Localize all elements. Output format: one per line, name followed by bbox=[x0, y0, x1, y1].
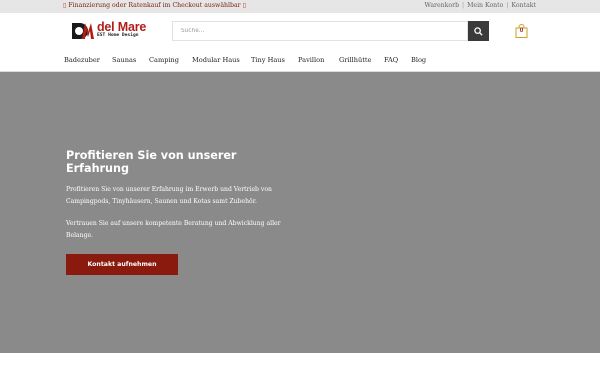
nav-item-blog[interactable]: Blog bbox=[411, 56, 426, 64]
search-bar bbox=[172, 21, 489, 41]
promo-text: Finanzierung oder Ratenkauf im Checkout … bbox=[68, 2, 241, 9]
contact-button[interactable]: Kontakt aufnehmen bbox=[66, 254, 178, 275]
logo-text: del Mare bbox=[97, 20, 147, 34]
main-nav: Badezuber Saunas Camping Modular Haus Ti… bbox=[0, 48, 600, 72]
hero-title: Profitieren Sie von unserer Erfahrung bbox=[66, 149, 237, 175]
search-button[interactable] bbox=[468, 21, 489, 41]
nav-item-grillhuette[interactable]: Grillhütte bbox=[339, 56, 371, 64]
cart-link[interactable]: Warenkorb bbox=[425, 2, 460, 9]
hero-paragraph: Profitieren Sie von unserer Erfahrung im… bbox=[66, 186, 272, 205]
contact-link[interactable]: Kontakt bbox=[511, 2, 536, 9]
box-glyph-icon: ▯ bbox=[63, 2, 67, 9]
account-links: Warenkorb | Mein Konto | Kontakt bbox=[425, 2, 536, 9]
nav-item-camping[interactable]: Camping bbox=[149, 56, 179, 64]
search-input[interactable] bbox=[172, 21, 468, 41]
nav-item-pavillon[interactable]: Pavillon bbox=[298, 56, 324, 64]
account-link[interactable]: Mein Konto bbox=[467, 2, 503, 9]
top-bar: ▯ Finanzierung oder Ratenkauf im Checkou… bbox=[0, 0, 600, 13]
promo-banner: ▯ Finanzierung oder Ratenkauf im Checkou… bbox=[63, 2, 246, 9]
box-glyph-icon: ▯ bbox=[242, 2, 246, 9]
hero-paragraph: Vertrauen Sie auf unsere kompetente Bera… bbox=[66, 220, 281, 239]
logo-subtitle: EST Home Design bbox=[97, 33, 139, 38]
nav-item-saunas[interactable]: Saunas bbox=[112, 56, 136, 64]
search-icon bbox=[474, 27, 483, 36]
site-header: del Mare EST Home Design 0 bbox=[0, 13, 600, 48]
cart-count-badge: 0 bbox=[519, 27, 524, 34]
cart-button[interactable]: 0 bbox=[515, 24, 528, 38]
site-logo[interactable]: del Mare EST Home Design bbox=[72, 20, 146, 42]
below-hero-area bbox=[0, 353, 600, 375]
nav-item-tiny-haus[interactable]: Tiny Haus bbox=[251, 56, 285, 64]
nav-item-faq[interactable]: FAQ bbox=[384, 56, 398, 64]
nav-item-badezuber[interactable]: Badezuber bbox=[64, 56, 100, 64]
nav-item-modular-haus[interactable]: Modular Haus bbox=[192, 56, 240, 64]
separator: | bbox=[506, 2, 509, 9]
hero-section: Profitieren Sie von unserer Erfahrung Pr… bbox=[0, 72, 600, 353]
separator: | bbox=[462, 2, 465, 9]
logo-mark-icon bbox=[72, 23, 94, 39]
